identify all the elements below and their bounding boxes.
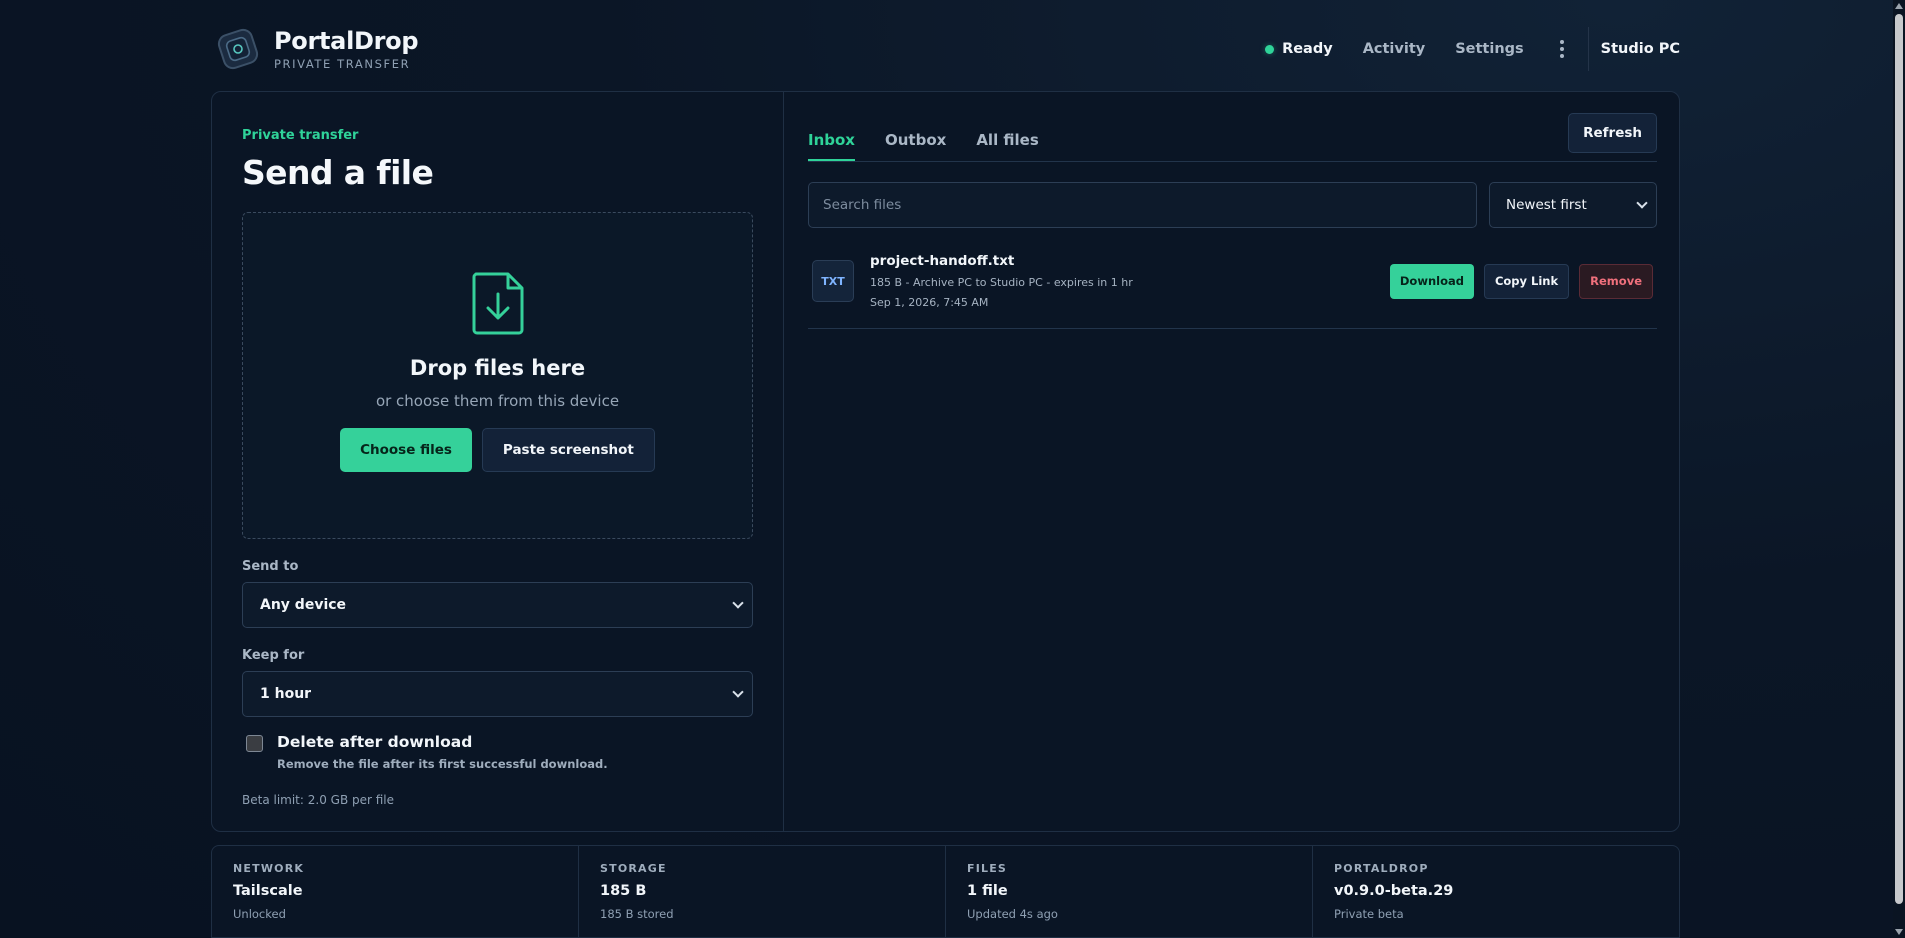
page-scrollbar[interactable] (1893, 0, 1905, 938)
file-dropzone[interactable]: Drop files here or choose them from this… (242, 212, 753, 539)
connection-status: Ready (1265, 41, 1333, 57)
remove-button[interactable]: Remove (1579, 263, 1653, 299)
device-name[interactable]: Studio PC (1587, 27, 1680, 71)
download-file-icon (472, 272, 523, 335)
portal-logo-icon (212, 23, 264, 75)
nav-settings[interactable]: Settings (1455, 41, 1523, 57)
stat-key: STORAGE (600, 862, 667, 875)
stat-key: FILES (967, 862, 1008, 875)
file-list-item: TXT project-handoff.txt 185 B - Archive … (808, 250, 1657, 329)
stat-value: v0.9.0-beta.29 (1334, 883, 1454, 899)
choose-files-button[interactable]: Choose files (340, 428, 472, 472)
chevron-down-icon (732, 597, 744, 609)
stat-files: FILES 1 file Updated 4s ago (946, 846, 1313, 937)
chevron-down-icon (732, 686, 744, 698)
file-type-badge: TXT (812, 260, 854, 302)
send-to-label: Send to (242, 559, 299, 574)
delete-after-download-checkbox[interactable] (246, 735, 263, 752)
main-panel: Private transfer Send a file Drop files … (211, 91, 1680, 832)
dropzone-title: Drop files here (409, 356, 586, 380)
tab-all-files[interactable]: All files (976, 131, 1038, 161)
stat-sub: Unlocked (233, 907, 286, 921)
file-name: project-handoff.txt (870, 253, 1015, 269)
stat-value: 1 file (967, 883, 1008, 899)
tab-inbox[interactable]: Inbox (808, 131, 855, 161)
stat-sub: Private beta (1334, 907, 1404, 921)
delete-after-download-option: Delete after download Remove the file af… (242, 733, 753, 771)
stat-value: 185 B (600, 883, 647, 899)
search-input[interactable]: Search files (808, 182, 1477, 228)
tab-outbox[interactable]: Outbox (885, 131, 946, 161)
sort-value: Newest first (1506, 197, 1587, 213)
brand-name: PortalDrop (274, 27, 419, 55)
sort-select[interactable]: Newest first (1489, 182, 1657, 228)
brand[interactable]: PortalDrop PRIVATE TRANSFER (212, 23, 419, 75)
keep-for-label: Keep for (242, 648, 305, 663)
scroll-down-icon[interactable] (1895, 929, 1903, 935)
scrollbar-thumb[interactable] (1895, 14, 1903, 904)
download-button[interactable]: Download (1389, 263, 1474, 299)
stat-value: Tailscale (233, 883, 303, 899)
stat-key: NETWORK (233, 862, 305, 875)
keep-for-value: 1 hour (260, 686, 312, 702)
page-title: Send a file (242, 153, 434, 192)
top-bar: PortalDrop PRIVATE TRANSFER Ready Activi… (212, 18, 1680, 80)
send-eyebrow: Private transfer (242, 128, 359, 143)
brand-tagline: PRIVATE TRANSFER (274, 57, 411, 71)
scroll-up-icon[interactable] (1895, 3, 1903, 9)
chevron-down-icon (1636, 197, 1648, 209)
delete-after-download-description: Remove the file after its first successf… (277, 757, 608, 771)
refresh-button[interactable]: Refresh (1568, 113, 1657, 153)
file-meta: 185 B - Archive PC to Studio PC - expire… (870, 276, 1133, 289)
stat-sub: Updated 4s ago (967, 907, 1058, 921)
top-nav: Ready Activity Settings Studio PC (1265, 27, 1680, 71)
stat-network: NETWORK Tailscale Unlocked (212, 846, 579, 937)
dropzone-subtitle: or choose them from this device (375, 392, 620, 410)
kebab-menu-icon[interactable] (1554, 36, 1570, 62)
copy-link-button[interactable]: Copy Link (1483, 263, 1570, 299)
keep-for-select[interactable]: 1 hour (242, 671, 753, 717)
files-panel: Inbox Outbox All files Refresh Search fi… (784, 92, 1681, 831)
stats-bar: NETWORK Tailscale Unlocked STORAGE 185 B… (211, 845, 1680, 938)
nav-activity[interactable]: Activity (1363, 41, 1426, 57)
send-panel: Private transfer Send a file Drop files … (212, 92, 784, 831)
stat-version: PORTALDROP v0.9.0-beta.29 Private beta (1313, 846, 1679, 937)
status-dot-icon (1265, 44, 1275, 54)
beta-limit-note: Beta limit: 2.0 GB per file (242, 793, 395, 807)
stat-storage: STORAGE 185 B 185 B stored (579, 846, 946, 937)
send-to-value: Any device (260, 597, 347, 613)
file-tabs: Inbox Outbox All files (808, 131, 1039, 161)
status-label: Ready (1282, 41, 1333, 57)
paste-screenshot-button[interactable]: Paste screenshot (481, 428, 655, 472)
stat-sub: 185 B stored (600, 907, 674, 921)
stat-key: PORTALDROP (1334, 862, 1429, 875)
file-date: Sep 1, 2026, 7:45 AM (870, 296, 989, 309)
send-to-select[interactable]: Any device (242, 582, 753, 628)
delete-after-download-label[interactable]: Delete after download (277, 733, 608, 751)
